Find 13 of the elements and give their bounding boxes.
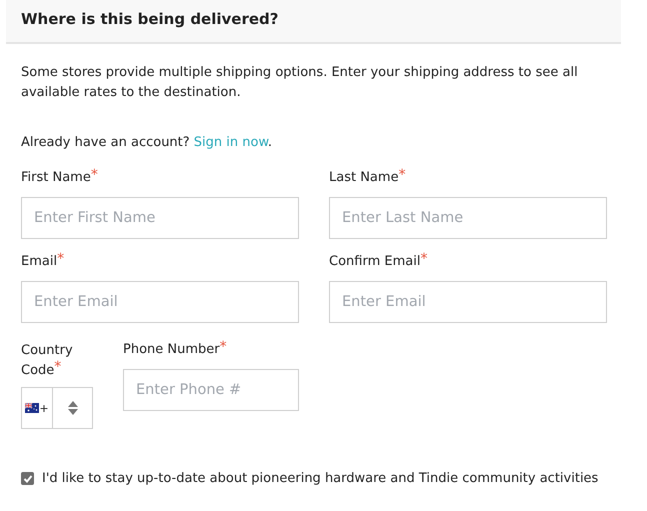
stepper-icon xyxy=(66,400,78,416)
checkbox[interactable] xyxy=(21,472,34,485)
input-field[interactable]: Enter Email xyxy=(21,281,299,323)
input-field[interactable]: Enter Email xyxy=(329,281,607,323)
phone-input-field[interactable]: Enter Phone # xyxy=(123,369,299,411)
input-field[interactable]: Enter First Name xyxy=(21,197,299,239)
account-prompt: Already have an account? Sign in now. xyxy=(21,134,274,152)
section-title: Where is this being delivered? xyxy=(21,10,278,28)
flag-icon xyxy=(25,403,40,413)
input-field[interactable]: Enter Last Name xyxy=(329,197,607,239)
country-code-select[interactable]: + xyxy=(21,387,93,429)
intro-text: Some stores provide multiple shipping options. Enter your shipping address to see all available rates to the destination. xyxy=(21,64,579,102)
newsletter-label: I'd like to stay up-to-date about pioneering hardware and Tindie community activities xyxy=(42,471,598,486)
